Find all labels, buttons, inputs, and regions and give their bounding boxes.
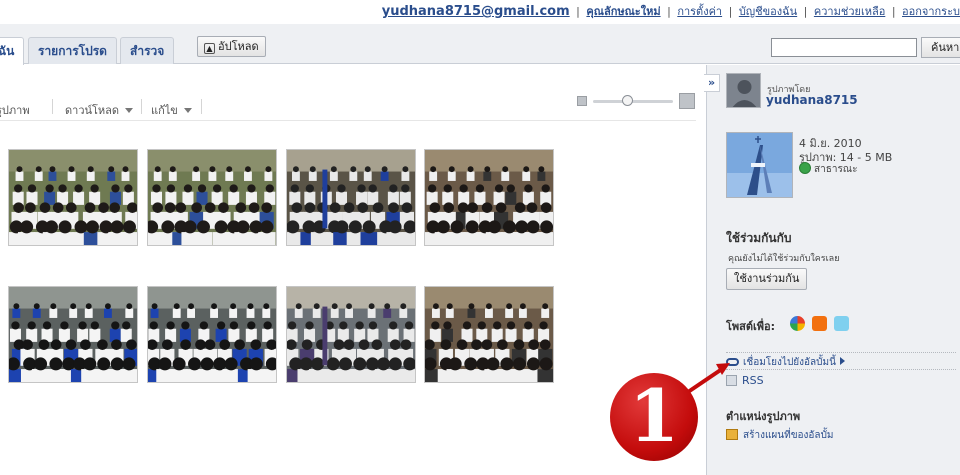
search-button[interactable]: ค้นหา (921, 37, 960, 58)
photo-thumbnail[interactable] (286, 149, 416, 246)
rss-link[interactable]: RSS (726, 374, 764, 387)
chevron-right-icon (839, 357, 845, 365)
settings-link[interactable]: การตั้งค่า (677, 5, 722, 18)
account-email[interactable]: yudhana8715@gmail.com (382, 4, 570, 19)
globe-icon (799, 162, 811, 174)
separator: | (803, 5, 808, 18)
buzz-icon[interactable] (790, 316, 805, 331)
album-toolbar: รูปภาพ ดาวน์โหลด แก้ไข (0, 95, 696, 121)
person-silhouette-icon (727, 74, 760, 107)
divider (141, 99, 142, 114)
divider (201, 99, 202, 114)
separator: | (891, 5, 896, 18)
upload-icon: ▲ (204, 43, 215, 54)
divider (726, 369, 956, 370)
share-button[interactable]: ใช้งานร่วมกัน (726, 268, 808, 290)
separator: | (728, 5, 733, 18)
chevron-down-icon (183, 108, 192, 113)
zoom-slider[interactable] (593, 100, 673, 103)
share-heading: ใช้ร่วมกันกับ (726, 231, 792, 245)
photo-thumbnail[interactable] (8, 149, 138, 246)
slideshow-button[interactable]: รูปภาพ (0, 101, 30, 119)
twitter-icon[interactable] (834, 316, 849, 331)
tab-my-photos[interactable]: ฉัน (0, 37, 25, 65)
photo-thumbnail[interactable] (424, 149, 554, 246)
album-cover (726, 132, 793, 198)
link-to-album-label: เชื่อมโยงไปยังอัลบั้มนี้ (743, 357, 836, 368)
tab-bar: ฉัน รายการโปรด สำรวจ ▲ อัปโหลด ค้นหา (0, 24, 960, 65)
visibility: สาธารณะ (799, 162, 857, 177)
search-input[interactable] (771, 38, 917, 57)
whats-new-link[interactable]: คุณลักษณะใหม่ (586, 5, 660, 18)
photo-location-heading: ตำแหน่งรูปภาพ (726, 410, 801, 423)
help-link[interactable]: ความช่วยเหลือ (814, 5, 885, 18)
my-account-link[interactable]: บัญชีของฉัน (739, 5, 797, 18)
photo-thumbnail[interactable] (286, 286, 416, 383)
post-to-heading: โพสต์เพื่อ: (726, 320, 776, 333)
rss-icon (726, 375, 737, 386)
photo-thumbnail[interactable] (8, 286, 138, 383)
step-number-badge: 1 (610, 373, 698, 461)
large-thumbnails-icon[interactable] (679, 93, 695, 109)
blogger-icon[interactable] (812, 316, 827, 331)
photo-thumbnail[interactable] (424, 286, 554, 383)
avatar[interactable] (726, 73, 761, 108)
create-map-label: สร้างแผนที่ของอัลบั้ม (743, 430, 834, 441)
photo-thumbnail[interactable] (147, 286, 277, 383)
edit-menu[interactable]: แก้ไข (151, 101, 192, 119)
separator: | (576, 5, 580, 18)
user-links: yudhana8715@gmail.com | คุณลักษณะใหม่ | … (382, 2, 960, 20)
picasa-web-albums-page: yudhana8715@gmail.com | คุณลักษณะใหม่ | … (0, 0, 960, 475)
link-icon (726, 358, 739, 366)
small-thumbnails-icon[interactable] (577, 96, 587, 106)
chevron-down-icon (125, 108, 134, 113)
collapse-sidebar-icon[interactable]: » (704, 74, 720, 92)
edit-label: แก้ไข (151, 104, 178, 117)
create-map-link[interactable]: สร้างแผนที่ของอัลบั้ม (726, 428, 834, 443)
tab-favorites[interactable]: รายการโปรด (28, 37, 117, 64)
download-menu[interactable]: ดาวน์โหลด (65, 101, 134, 119)
share-note: คุณยังไม่ได้ใช้ร่วมกับใครเลย (728, 254, 840, 264)
user-bar: yudhana8715@gmail.com | คุณลักษณะใหม่ | … (0, 0, 960, 22)
upload-button[interactable]: ▲ อัปโหลด (197, 36, 266, 57)
rss-label: RSS (742, 374, 764, 387)
album-sidebar: รูปภาพโดย yudhana8715 4 มิ.ย. 2010 รูปภา… (706, 65, 960, 475)
divider (52, 99, 53, 114)
photo-thumbnail[interactable] (147, 149, 277, 246)
album-cover-image (727, 133, 792, 197)
download-label: ดาวน์โหลด (65, 104, 120, 117)
visibility-label: สาธารณะ (814, 164, 858, 175)
tab-explore[interactable]: สำรวจ (120, 37, 175, 64)
owner-link[interactable]: yudhana8715 (766, 93, 858, 107)
sign-out-link[interactable]: ออกจากระบ (902, 5, 960, 18)
map-icon (726, 429, 738, 440)
zoom-slider-handle[interactable] (622, 95, 633, 106)
link-to-album[interactable]: เชื่อมโยงไปยังอัลบั้มนี้ (726, 355, 845, 370)
album-content: รูปภาพ ดาวน์โหลด แก้ไข (0, 65, 706, 475)
separator: | (667, 5, 671, 18)
upload-label: อัปโหลด (218, 40, 259, 53)
divider (726, 352, 956, 353)
